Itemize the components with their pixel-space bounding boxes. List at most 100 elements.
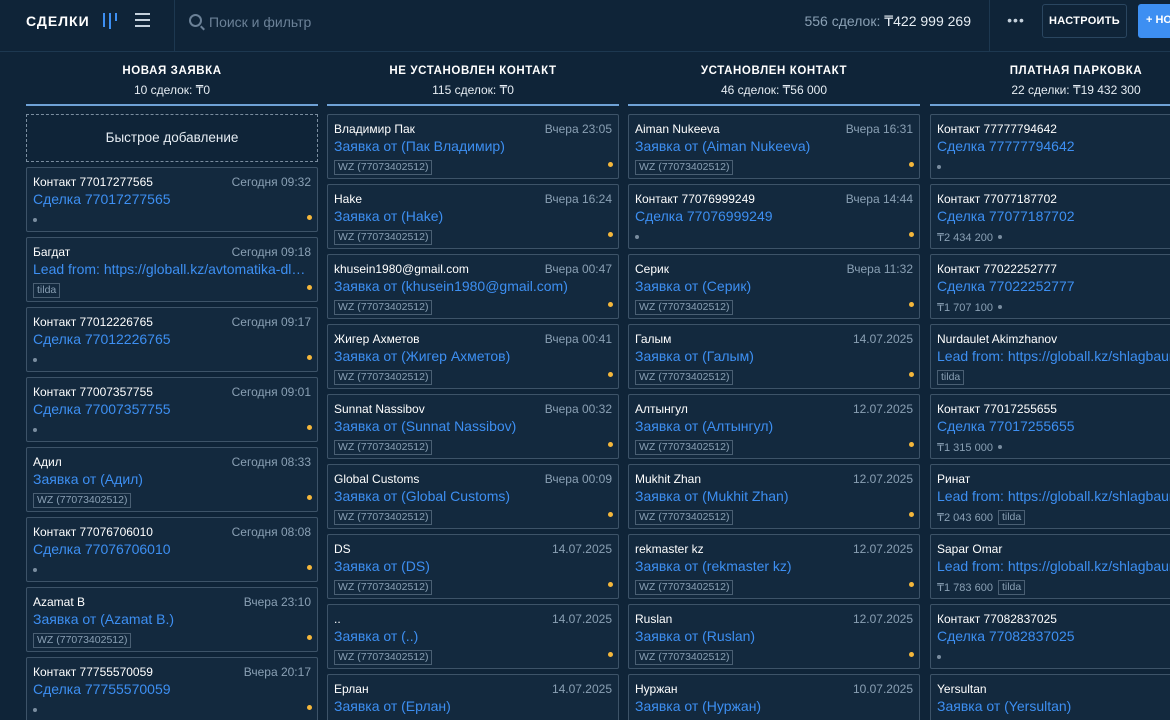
- deal-title-link[interactable]: Заявка от (Ерлан): [334, 698, 612, 714]
- source-tag[interactable]: WZ (77073402512): [334, 299, 433, 315]
- source-tag[interactable]: WZ (77073402512): [635, 439, 734, 455]
- deal-card[interactable]: Галым 14.07.2025 Заявка от (Галым) WZ (7707…: [628, 324, 920, 389]
- deal-title-link[interactable]: Заявка от (Нуржан): [635, 698, 913, 714]
- deal-title-link[interactable]: Сделка 77076999249: [635, 208, 913, 224]
- deal-card[interactable]: Yersultan15Заявка от (Yersultan): [930, 674, 1170, 720]
- deal-card[interactable]: .. 14.07.2025 Заявка от (..) WZ (7707340251…: [327, 604, 619, 669]
- new-deal-button[interactable]: + НО: [1138, 4, 1170, 38]
- deal-card[interactable]: Sapar Omar27Lead from: https://globall.k…: [930, 534, 1170, 599]
- deal-card[interactable]: khusein1980@gmail.com Вчера 00:47 Заявка о…: [327, 254, 619, 319]
- deal-title-link[interactable]: Сделка 77755570059: [33, 681, 311, 697]
- source-tag[interactable]: tilda: [33, 282, 61, 298]
- deal-title-link[interactable]: Заявка от (Azamat B.): [33, 611, 311, 627]
- deal-title-link[interactable]: Заявка от (Алтынгул): [635, 418, 913, 434]
- deal-title-link[interactable]: Заявка от (..): [334, 628, 612, 644]
- deal-title-link[interactable]: Сделка 77012226765: [33, 331, 311, 347]
- deal-card[interactable]: Нуржан10.07.2025Заявка от (Нуржан)WZ (77…: [628, 674, 920, 720]
- deal-card[interactable]: Жигер Ахметов Вчера 00:41 Заявка от (Жигер…: [327, 324, 619, 389]
- deal-title-link[interactable]: Сделка 77777794642: [937, 138, 1170, 154]
- deal-card[interactable]: Aiman Nukeeva Вчера 16:31 Заявка от (Aiman…: [628, 114, 920, 179]
- deal-card[interactable]: Global Customs Вчера 00:09 Заявка от (Glob…: [327, 464, 619, 529]
- source-tag[interactable]: WZ (77073402512): [635, 649, 734, 665]
- pipeline-view-icon[interactable]: [103, 13, 121, 29]
- deal-title-link[interactable]: Lead from: https://globall.kz/avtomatika…: [33, 261, 311, 277]
- deal-card[interactable]: Sunnat Nassibov Вчера 00:32 Заявка от (Sun…: [327, 394, 619, 459]
- source-tag[interactable]: WZ (77073402512): [334, 439, 433, 455]
- deal-title-link[interactable]: Заявка от (Пак Владимир): [334, 138, 612, 154]
- source-tag[interactable]: tilda: [937, 369, 965, 385]
- deal-card[interactable]: Mukhit Zhan 12.07.2025 Заявка от (Mukhit Z…: [628, 464, 920, 529]
- deal-card[interactable]: Контакт 77755570059 Вчера 20:17 Сделка 777…: [26, 657, 318, 720]
- deal-card[interactable]: Azamat B Вчера 23:10 Заявка от (Azamat B.)…: [26, 587, 318, 652]
- quick-add-button[interactable]: Быстрое добавление: [26, 114, 318, 162]
- deal-title-link[interactable]: Заявка от (Sunnat Nassibov): [334, 418, 612, 434]
- source-tag[interactable]: WZ (77073402512): [635, 579, 734, 595]
- deal-title-link[interactable]: Заявка от (Global Customs): [334, 488, 612, 504]
- deal-title-link[interactable]: Заявка от (DS): [334, 558, 612, 574]
- deal-title-link[interactable]: Заявка от (Ruslan): [635, 628, 913, 644]
- deal-card[interactable]: Nurdaulet Akimzhanov16Lead from: https:/…: [930, 324, 1170, 389]
- deal-card[interactable]: Ruslan 12.07.2025 Заявка от (Ruslan) WZ (77…: [628, 604, 920, 669]
- deal-title-link[interactable]: Сделка 77017255655: [937, 418, 1170, 434]
- list-view-icon[interactable]: [135, 13, 150, 27]
- source-tag[interactable]: WZ (77073402512): [635, 369, 734, 385]
- deal-card[interactable]: rekmaster kz 12.07.2025 Заявка от (rekmast…: [628, 534, 920, 599]
- deal-title-link[interactable]: Заявка от (Жигер Ахметов): [334, 348, 612, 364]
- deal-title-link[interactable]: Сделка 77076706010: [33, 541, 311, 557]
- deal-title-link[interactable]: Заявка от (Адил): [33, 471, 311, 487]
- deal-card[interactable]: Контакт 7777779464209Сделка 77777794642: [930, 114, 1170, 179]
- deal-title-link[interactable]: Сделка 77022252777: [937, 278, 1170, 294]
- deal-card[interactable]: Hake Вчера 16:24 Заявка от (Hake) WZ (77073…: [327, 184, 619, 249]
- deal-title-link[interactable]: Сделка 77082837025: [937, 628, 1170, 644]
- deal-title-link[interactable]: Сделка 77077187702: [937, 208, 1170, 224]
- deal-card[interactable]: Контакт 77076999249 Вчера 14:44 Сделка 770…: [628, 184, 920, 249]
- card-footer: [33, 212, 37, 228]
- source-tag[interactable]: WZ (77073402512): [635, 299, 734, 315]
- deal-card[interactable]: DS 14.07.2025 Заявка от (DS) WZ (7707340251…: [327, 534, 619, 599]
- deal-price: ₸1 315 000: [937, 441, 993, 454]
- deal-card[interactable]: Контакт 77007357755 Сегодня 09:01 Сделка 7…: [26, 377, 318, 442]
- deal-card[interactable]: Контакт 77017277565 Сегодня 09:32 Сделка 7…: [26, 167, 318, 232]
- deal-title-link[interactable]: Заявка от (Hake): [334, 208, 612, 224]
- deal-title-link[interactable]: Заявка от (Галым): [635, 348, 913, 364]
- deal-card[interactable]: Контакт 77012226765 Сегодня 09:17 Сделка 7…: [26, 307, 318, 372]
- deal-title-link[interactable]: Lead from: https://globall.kz/shlagbaum: [937, 558, 1170, 574]
- deal-title-link[interactable]: Заявка от (Yersultan): [937, 698, 1170, 714]
- source-tag[interactable]: WZ (77073402512): [635, 159, 734, 175]
- deal-title-link[interactable]: Заявка от (Mukhit Zhan): [635, 488, 913, 504]
- source-tag[interactable]: WZ (77073402512): [334, 579, 433, 595]
- deal-title-link[interactable]: Заявка от (khusein1980@gmail.com): [334, 278, 612, 294]
- source-tag[interactable]: tilda: [997, 579, 1026, 595]
- deal-card[interactable]: Адил Сегодня 08:33 Заявка от (Адил) WZ (770…: [26, 447, 318, 512]
- settings-button[interactable]: НАСТРОИТЬ: [1042, 4, 1127, 38]
- source-tag[interactable]: WZ (77073402512): [33, 632, 132, 648]
- deal-title-link[interactable]: Заявка от (Aiman Nukeeva): [635, 138, 913, 154]
- source-tag[interactable]: WZ (77073402512): [33, 492, 132, 508]
- search-input[interactable]: [209, 12, 769, 32]
- deal-title-link[interactable]: Lead from: https://globall.kz/shlagbaum: [937, 348, 1170, 364]
- deal-card[interactable]: Багдат Сегодня 09:18 Lead from: https://gl…: [26, 237, 318, 302]
- deal-card[interactable]: Контакт 7701725565513Сделка 77017255655₸…: [930, 394, 1170, 459]
- source-tag[interactable]: WZ (77073402512): [635, 509, 734, 525]
- source-tag[interactable]: WZ (77073402512): [334, 649, 433, 665]
- deal-title-link[interactable]: Заявка от (rekmaster kz): [635, 558, 913, 574]
- deal-card[interactable]: Серик Вчера 11:32 Заявка от (Серик) WZ (770…: [628, 254, 920, 319]
- source-tag[interactable]: WZ (77073402512): [334, 509, 433, 525]
- deal-card[interactable]: Контакт 77076706010 Сегодня 08:08 Сделка 7…: [26, 517, 318, 582]
- source-tag[interactable]: WZ (77073402512): [334, 159, 433, 175]
- deal-card[interactable]: Алтынгул 12.07.2025 Заявка от (Алтынгул) WZ…: [628, 394, 920, 459]
- deal-card[interactable]: Ерлан14.07.2025Заявка от (Ерлан)WZ (7707…: [327, 674, 619, 720]
- source-tag[interactable]: tilda: [997, 509, 1026, 525]
- deal-title-link[interactable]: Заявка от (Серик): [635, 278, 913, 294]
- deal-title-link[interactable]: Сделка 77017277565: [33, 191, 311, 207]
- deal-card[interactable]: Контакт 7702225277716Сделка 77022252777₸…: [930, 254, 1170, 319]
- deal-card[interactable]: Контакт 7707718770216Сделка 77077187702₸…: [930, 184, 1170, 249]
- more-options-button[interactable]: •••: [1002, 10, 1030, 32]
- deal-card[interactable]: Владимир Пак Вчера 23:05 Заявка от (Пак Вл…: [327, 114, 619, 179]
- deal-card[interactable]: Контакт 7708283702527Сделка 77082837025: [930, 604, 1170, 669]
- deal-title-link[interactable]: Lead from: https://globall.kz/shlagbaum: [937, 488, 1170, 504]
- deal-title-link[interactable]: Сделка 77007357755: [33, 401, 311, 417]
- source-tag[interactable]: WZ (77073402512): [334, 369, 433, 385]
- source-tag[interactable]: WZ (77073402512): [334, 229, 433, 245]
- deal-card[interactable]: Ринат28Lead from: https://globall.kz/shl…: [930, 464, 1170, 529]
